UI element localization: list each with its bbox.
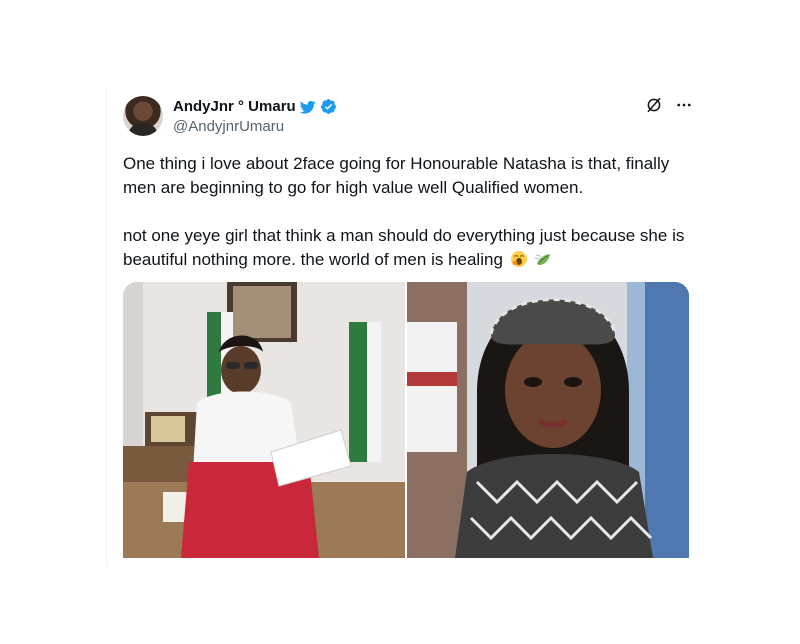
verified-badge-icon — [320, 98, 337, 115]
display-name[interactable]: AndyJnr ° Umaru — [173, 97, 296, 116]
tweet-paragraph-1: One thing i love about 2face going for H… — [123, 152, 693, 200]
grok-icon[interactable] — [645, 96, 663, 114]
tweet-media — [123, 282, 689, 558]
more-options-icon[interactable] — [675, 96, 693, 114]
display-name-row[interactable]: AndyJnr ° Umaru — [173, 97, 337, 116]
twitter-bird-icon — [299, 99, 316, 115]
avatar-shoulders — [129, 123, 157, 136]
tweet-paragraph-2-text: not one yeye girl that think a man shoul… — [123, 226, 685, 269]
header-actions — [645, 96, 693, 114]
leaf-fluttering-in-wind-emoji — [534, 250, 552, 268]
avatar[interactable] — [123, 96, 163, 136]
author-names: AndyJnr ° Umaru @AndyjnrUmaru — [173, 97, 337, 136]
tweet-card[interactable]: AndyJnr ° Umaru @AndyjnrUmaru One thing … — [106, 86, 709, 566]
tweet-paragraph-2: not one yeye girl that think a man shoul… — [123, 224, 693, 272]
photo-right[interactable] — [407, 282, 689, 558]
tweet-paragraph-1-text: One thing i love about 2face going for H… — [123, 154, 670, 197]
tweet-text: One thing i love about 2face going for H… — [123, 152, 693, 272]
yawning-face-emoji — [510, 250, 528, 268]
photo-left[interactable] — [123, 282, 405, 558]
tweet-header: AndyJnr ° Umaru @AndyjnrUmaru — [123, 96, 693, 142]
author-handle[interactable]: @AndyjnrUmaru — [173, 117, 337, 136]
